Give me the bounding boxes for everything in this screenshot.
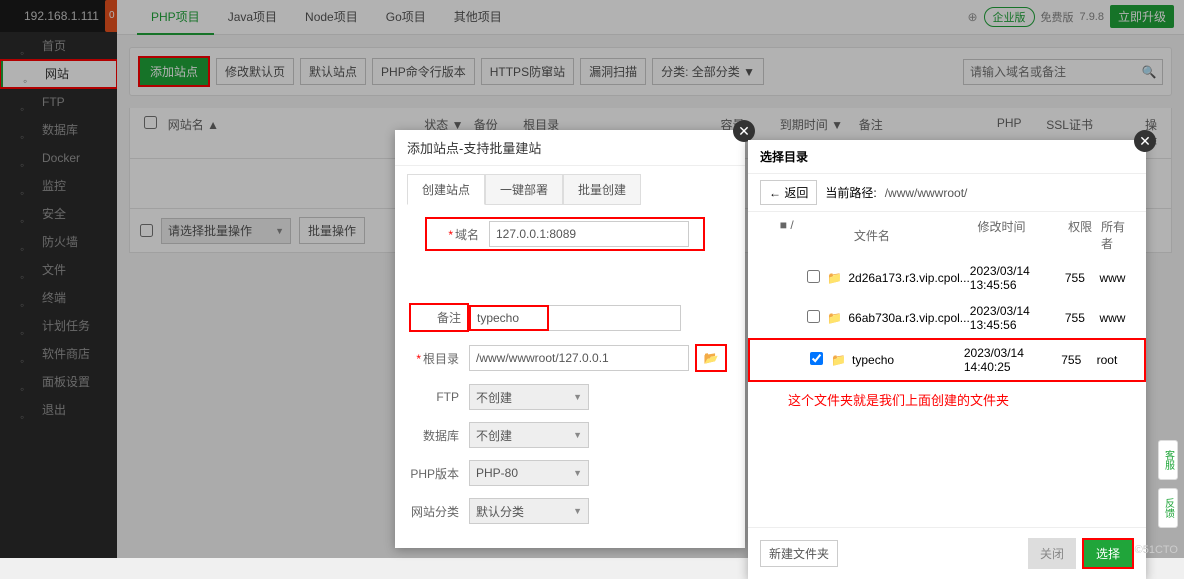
php-label: PHP版本	[409, 465, 469, 482]
support-fab[interactable]: 客服	[1158, 440, 1178, 480]
db-label: 数据库	[409, 427, 469, 444]
col-date: 修改时间	[977, 218, 1068, 252]
folder-open-icon: 📂	[704, 351, 719, 365]
close-icon[interactable]: ✕	[1134, 130, 1156, 152]
root-label: 根目录	[423, 352, 459, 366]
domain-label: 域名	[455, 228, 479, 242]
php-select[interactable]: PHP-80	[469, 460, 589, 486]
col-filename: 文件名	[854, 218, 978, 252]
side-fabs: 客服 反馈	[1158, 440, 1180, 528]
root-input[interactable]	[469, 345, 689, 371]
tab-batch[interactable]: 批量创建	[563, 174, 641, 205]
row-checkbox[interactable]	[810, 352, 823, 365]
modal-tabs: 创建站点 一键部署 批量创建	[407, 174, 733, 205]
picker-title: 选择目录	[748, 140, 1146, 173]
row-checkbox[interactable]	[807, 270, 820, 283]
annotation-text: 这个文件夹就是我们上面创建的文件夹	[748, 382, 1146, 417]
db-select[interactable]: 不创建	[469, 422, 589, 448]
feedback-fab[interactable]: 反馈	[1158, 488, 1178, 528]
note-input-ext[interactable]	[549, 305, 681, 331]
disk-icon[interactable]: ■ /	[780, 218, 805, 252]
folder-picker-modal: ✕ 选择目录 ← 返回 当前路径: /www/wwwroot/ ■ / 文件名 …	[748, 140, 1146, 579]
add-site-modal: ✕ 添加站点-支持批量建站 创建站点 一键部署 批量创建 *域名 备注 *根目录…	[395, 130, 745, 548]
close-icon[interactable]: ✕	[733, 120, 755, 142]
modal-title: 添加站点-支持批量建站	[395, 130, 745, 166]
folder-icon: 📁	[827, 271, 842, 285]
file-row[interactable]: 📁2d26a173.r3.vip.cpol...2023/03/14 13:45…	[748, 258, 1146, 298]
select-button[interactable]: 选择	[1082, 538, 1134, 569]
ftp-label: FTP	[409, 390, 469, 404]
ftp-select[interactable]: 不创建	[469, 384, 589, 410]
note-input[interactable]	[469, 305, 549, 331]
current-path: /www/wwwroot/	[885, 186, 968, 200]
file-row[interactable]: 📁66ab730a.r3.vip.cpol...2023/03/14 13:45…	[748, 298, 1146, 338]
new-folder-button[interactable]: 新建文件夹	[760, 540, 838, 567]
row-checkbox[interactable]	[807, 310, 820, 323]
col-owner: 所有者	[1101, 218, 1134, 252]
cat-select[interactable]: 默认分类	[469, 498, 589, 524]
folder-icon: 📁	[831, 353, 846, 367]
watermark: ©51CTO	[1135, 544, 1178, 556]
browse-button[interactable]: 📂	[695, 344, 727, 372]
col-perm: 权限	[1068, 218, 1101, 252]
path-label: 当前路径:	[825, 184, 876, 201]
domain-input[interactable]	[489, 221, 689, 247]
tab-create[interactable]: 创建站点	[407, 174, 485, 205]
note-label: 备注	[437, 311, 461, 325]
back-button[interactable]: ← 返回	[760, 180, 817, 205]
file-row[interactable]: 📁typecho2023/03/14 14:40:25755root	[748, 338, 1146, 382]
tab-deploy[interactable]: 一键部署	[485, 174, 563, 205]
close-button[interactable]: 关闭	[1028, 538, 1076, 569]
folder-icon: 📁	[827, 311, 842, 325]
cat-label: 网站分类	[409, 503, 469, 520]
